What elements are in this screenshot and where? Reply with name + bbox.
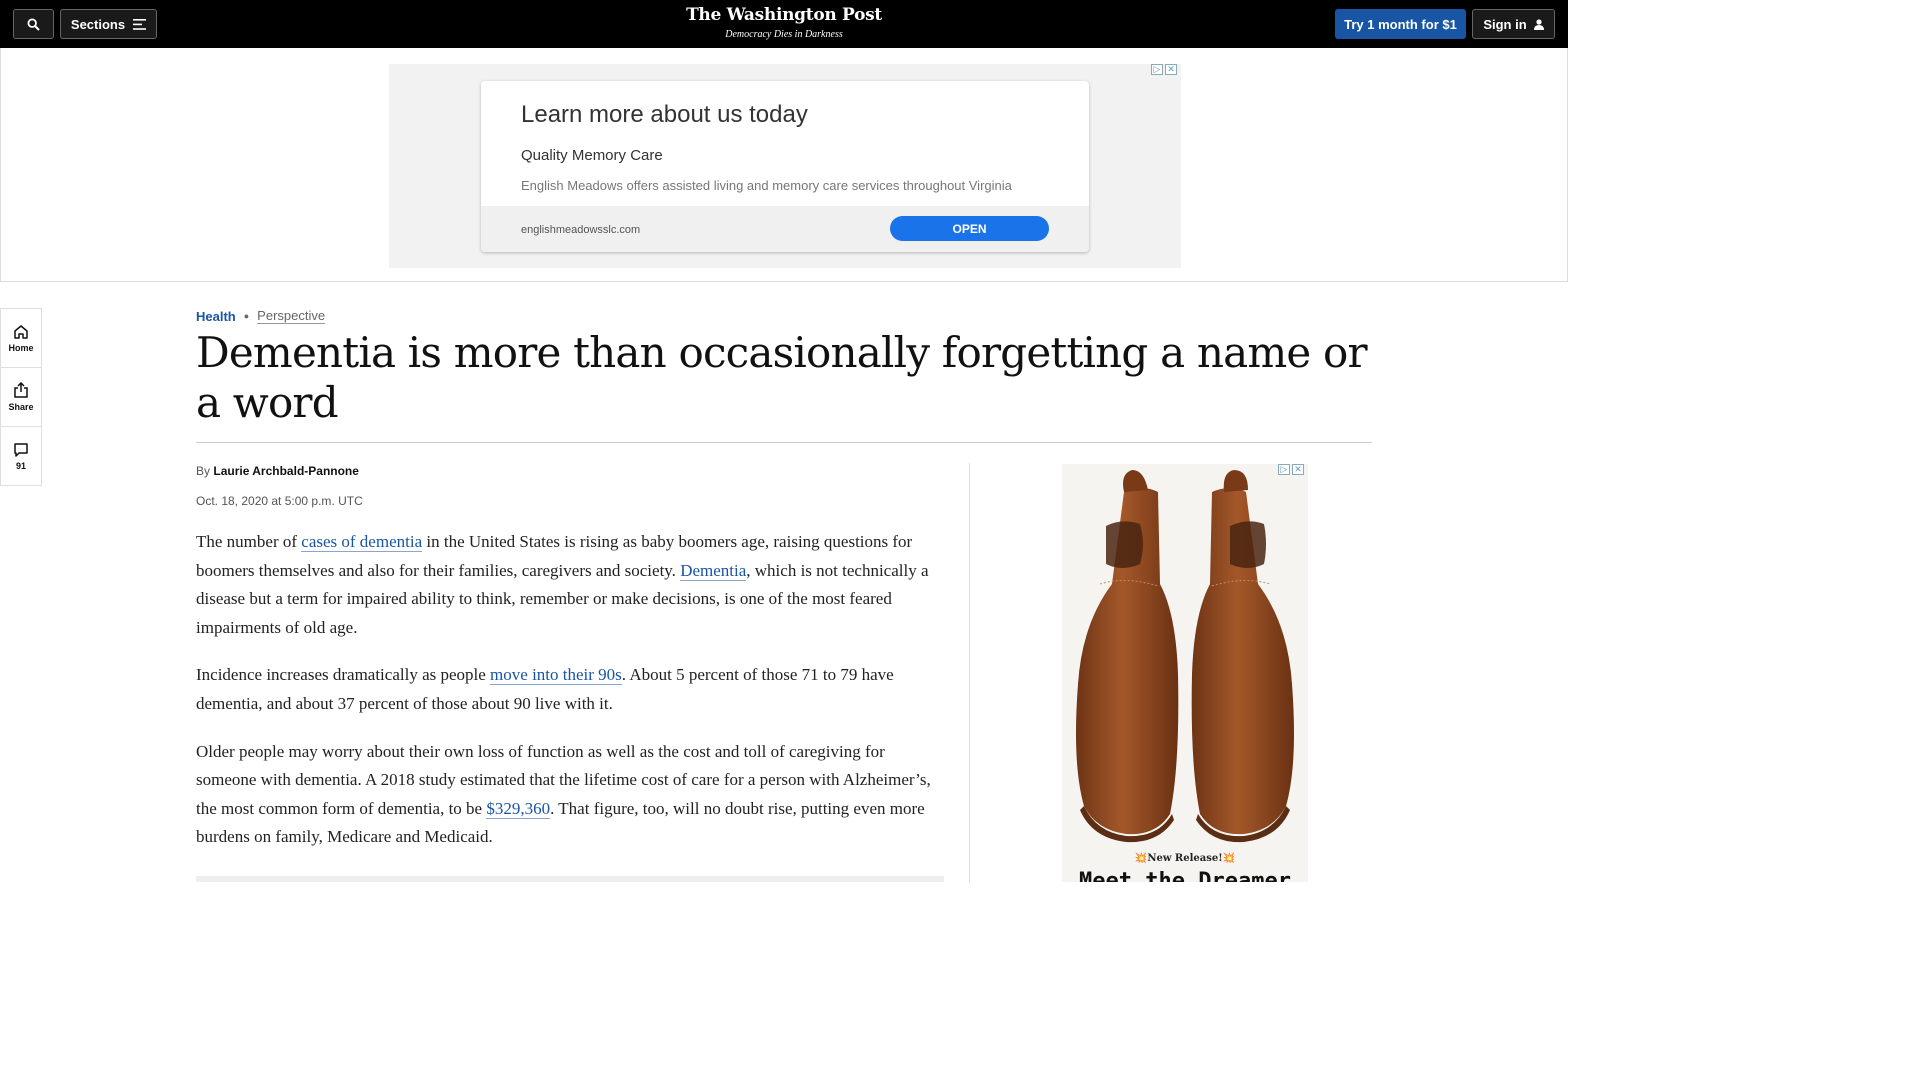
paragraph: The number of cases of dementia in the U… (196, 528, 944, 642)
text: Incidence increases dramatically as peop… (196, 665, 491, 685)
ad-close-icon[interactable]: ✕ (1292, 464, 1304, 475)
adchoices[interactable]: ▷ ✕ (1151, 64, 1177, 75)
new-release-label: 💥New Release!💥 (1134, 853, 1236, 864)
ad-open-button[interactable]: OPEN (890, 216, 1049, 241)
rail-home-label: Home (8, 342, 34, 353)
kicker-separator: ● (243, 311, 250, 321)
rail-share-label: Share (8, 402, 34, 412)
comments-count: 91 (15, 461, 26, 471)
link-cost-figure[interactable]: $329,360 (486, 798, 551, 819)
column-divider (969, 463, 970, 883)
search-icon (27, 17, 40, 31)
top-ad-band: ▷ ✕ Learn more about us today Quality Me… (0, 48, 1568, 282)
site-tagline: Democracy Dies in Darkness (725, 29, 843, 40)
top-ad[interactable]: ▷ ✕ Learn more about us today Quality Me… (389, 64, 1181, 268)
home-icon (14, 324, 28, 339)
link-move-into-their-90s[interactable]: move into their 90s (490, 665, 622, 686)
share-icon (14, 382, 28, 398)
byline: By Laurie Archbald-Pannone (196, 464, 359, 478)
boots-image[interactable] (1062, 464, 1308, 849)
byline-prefix: By (196, 464, 211, 478)
sections-label: Sections (70, 16, 126, 32)
site-logo[interactable]: The Washington Post (684, 5, 884, 25)
sign-in-label: Sign in (1483, 16, 1527, 32)
ad-description: English Meadows offers assisted living a… (521, 178, 1012, 193)
inline-module-edge (196, 876, 944, 882)
article-headline: Dementia is more than occasionally forge… (196, 328, 1368, 427)
link-cases-of-dementia[interactable]: cases of dementia (301, 532, 423, 552)
rail-comments[interactable]: 91 (1, 427, 41, 486)
ad-card[interactable]: Learn more about us today Quality Memory… (481, 81, 1089, 252)
side-ad-title[interactable]: Meet the Dreamer (1062, 869, 1308, 882)
masthead[interactable]: The Washington Post Democracy Dies in Da… (684, 5, 884, 40)
sections-button[interactable]: Sections (60, 9, 157, 39)
adchoices-icon[interactable]: ▷ (1278, 464, 1290, 475)
search-button[interactable] (13, 9, 54, 39)
comment-icon (14, 443, 28, 457)
side-adchoices[interactable]: ▷ ✕ (1278, 464, 1304, 475)
ad-close-icon[interactable]: ✕ (1165, 64, 1177, 75)
publish-date: Oct. 18, 2020 at 5:00 p.m. UTC (196, 494, 363, 508)
ad-footer: englishmeadowsslc.com OPEN (481, 206, 1089, 252)
ad-url[interactable]: englishmeadowsslc.com (521, 224, 640, 236)
ad-subhead[interactable]: Quality Memory Care (521, 147, 663, 164)
paragraph: Older people may worry about their own l… (196, 738, 944, 852)
paragraph: Incidence increases dramatically as peop… (196, 661, 944, 718)
top-nav: Sections The Washington Post Democracy D… (0, 0, 1568, 48)
side-rail: Home Share 91 (0, 308, 42, 486)
section-link[interactable]: Health (196, 309, 236, 324)
article-body: The number of cases of dementia in the U… (196, 528, 944, 871)
ad-headline[interactable]: Learn more about us today (521, 101, 808, 129)
user-icon (1533, 18, 1544, 30)
article-kicker: Health ● Perspective (196, 308, 326, 324)
header-divider (196, 442, 1372, 443)
side-ad[interactable]: ▷ ✕ 💥New Release!💥 Meet the Dreamer (1062, 464, 1308, 882)
link-dementia[interactable]: Dementia (680, 560, 747, 581)
sign-in-button[interactable]: Sign in (1472, 9, 1555, 39)
adchoices-icon[interactable]: ▷ (1151, 64, 1163, 75)
perspective-label[interactable]: Perspective (257, 308, 326, 324)
menu-icon (133, 18, 147, 30)
subscribe-button[interactable]: Try 1 month for $1 (1335, 9, 1466, 39)
text: The number of (196, 532, 302, 551)
author-link[interactable]: Laurie Archbald-Pannone (213, 464, 359, 478)
rail-share[interactable]: Share (1, 368, 41, 427)
rail-home[interactable]: Home (1, 309, 41, 368)
